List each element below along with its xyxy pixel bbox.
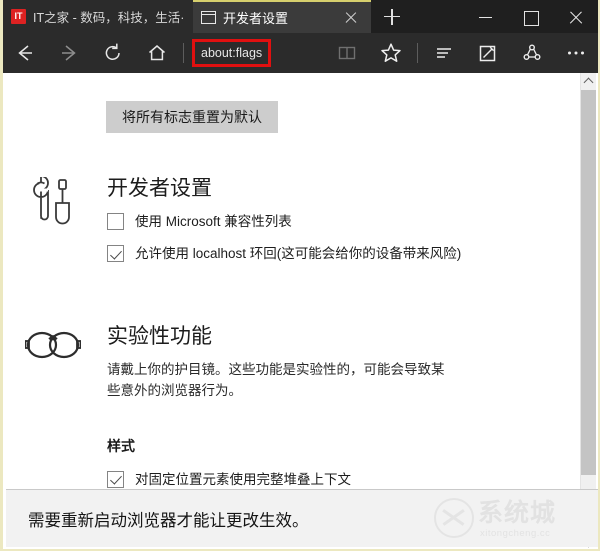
arrow-left-icon bbox=[14, 42, 36, 64]
toolbar-divider-2 bbox=[417, 43, 418, 63]
back-button[interactable] bbox=[3, 33, 47, 73]
notification-bar: 需要重新启动浏览器才能让更改生效。 系统城 xitongcheng.cc bbox=[6, 489, 598, 547]
more-button[interactable] bbox=[554, 33, 598, 73]
address-input[interactable]: about:flags bbox=[201, 46, 262, 60]
checkbox-row-stacking-context[interactable]: 对固定位置元素使用完整堆叠上下文 bbox=[107, 470, 523, 489]
close-tab-icon[interactable] bbox=[339, 6, 363, 30]
navigation-toolbar: about:flags bbox=[3, 33, 598, 73]
pencil-square-icon bbox=[477, 42, 499, 64]
maximize-button[interactable] bbox=[508, 0, 553, 33]
hub-lines-icon bbox=[433, 42, 455, 64]
refresh-button[interactable] bbox=[91, 33, 135, 73]
address-bar[interactable]: about:flags bbox=[192, 39, 271, 67]
page-content: 将所有标志重置为默认 开发者设置 使用 Microsoft 兼容性列 bbox=[3, 73, 585, 493]
tab-strip: IT IT之家 - 数码，科技，生活· 开发者设置 bbox=[3, 0, 598, 33]
section-description: 请戴上你的护目镜。这些功能是实验性的，可能会导致某些意外的浏览器行为。 bbox=[107, 360, 447, 402]
checkbox-localhost-loopback[interactable] bbox=[107, 245, 124, 262]
arrow-right-icon bbox=[58, 42, 80, 64]
book-icon bbox=[336, 42, 358, 64]
favorites-button[interactable] bbox=[369, 33, 413, 73]
checkbox-label: 使用 Microsoft 兼容性列表 bbox=[135, 212, 292, 231]
scrollbar-thumb[interactable] bbox=[581, 90, 596, 475]
section-experimental-features: 实验性功能 请戴上你的护目镜。这些功能是实验性的，可能会导致某些意外的浏览器行为… bbox=[23, 325, 523, 493]
toolbar-divider bbox=[183, 43, 184, 63]
tab-title: IT之家 - 数码，科技，生活· bbox=[33, 7, 185, 26]
it-favicon: IT bbox=[11, 9, 26, 24]
refresh-icon bbox=[102, 42, 124, 64]
goggles-icon bbox=[23, 325, 83, 365]
reading-view-button[interactable] bbox=[325, 33, 369, 73]
new-tab-button[interactable] bbox=[371, 0, 413, 33]
notification-message: 需要重新启动浏览器才能让更改生效。 bbox=[28, 507, 309, 531]
checkbox-row-localhost-loopback[interactable]: 允许使用 localhost 环回(这可能会给你的设备带来风险) bbox=[107, 244, 523, 263]
watermark-subtext: xitongcheng.cc bbox=[480, 528, 550, 539]
vertical-scrollbar[interactable] bbox=[580, 73, 596, 493]
watermark-logo-icon bbox=[434, 498, 474, 538]
checkbox-label: 对固定位置元素使用完整堆叠上下文 bbox=[135, 470, 351, 489]
share-button[interactable] bbox=[510, 33, 554, 73]
section-title: 实验性功能 bbox=[107, 325, 523, 349]
section-body: 开发者设置 使用 Microsoft 兼容性列表 允许使用 localhost … bbox=[107, 177, 523, 263]
checkbox-row-ms-compat[interactable]: 使用 Microsoft 兼容性列表 bbox=[107, 212, 523, 231]
home-button[interactable] bbox=[135, 33, 179, 73]
section-developer-settings: 开发者设置 使用 Microsoft 兼容性列表 允许使用 localhost … bbox=[23, 177, 523, 276]
star-icon bbox=[379, 41, 403, 65]
page-icon bbox=[201, 11, 216, 24]
subsection-heading-style: 样式 bbox=[107, 436, 523, 456]
web-note-button[interactable] bbox=[466, 33, 510, 73]
section-title: 开发者设置 bbox=[107, 177, 523, 201]
share-icon bbox=[521, 42, 543, 64]
watermark-text: 系统城 bbox=[478, 498, 556, 528]
window-controls bbox=[463, 0, 598, 33]
close-window-button[interactable] bbox=[553, 0, 598, 33]
address-highlight-annotation: about:flags bbox=[192, 39, 271, 67]
reset-all-flags-button[interactable]: 将所有标志重置为默认 bbox=[106, 101, 278, 133]
section-body: 实验性功能 请戴上你的护目镜。这些功能是实验性的，可能会导致某些意外的浏览器行为… bbox=[107, 325, 523, 489]
tab-title: 开发者设置 bbox=[223, 8, 339, 27]
browser-window: IT IT之家 - 数码，科技，生活· 开发者设置 bbox=[0, 0, 600, 551]
watermark: 系统城 xitongcheng.cc bbox=[432, 492, 592, 547]
checkbox-label: 允许使用 localhost 环回(这可能会给你的设备带来风险) bbox=[135, 244, 461, 263]
toolbar-actions bbox=[325, 33, 598, 73]
hub-button[interactable] bbox=[422, 33, 466, 73]
minimize-button[interactable] bbox=[463, 0, 508, 33]
tools-icon bbox=[23, 177, 83, 237]
scroll-up-icon[interactable] bbox=[581, 73, 596, 89]
tab-it-home[interactable]: IT IT之家 - 数码，科技，生活· bbox=[3, 0, 193, 33]
tab-developer-settings[interactable]: 开发者设置 bbox=[193, 0, 371, 33]
checkbox-ms-compat[interactable] bbox=[107, 213, 124, 230]
checkbox-stacking-context[interactable] bbox=[107, 471, 124, 488]
ellipsis-icon bbox=[564, 42, 588, 64]
forward-button[interactable] bbox=[47, 33, 91, 73]
home-icon bbox=[146, 42, 168, 64]
